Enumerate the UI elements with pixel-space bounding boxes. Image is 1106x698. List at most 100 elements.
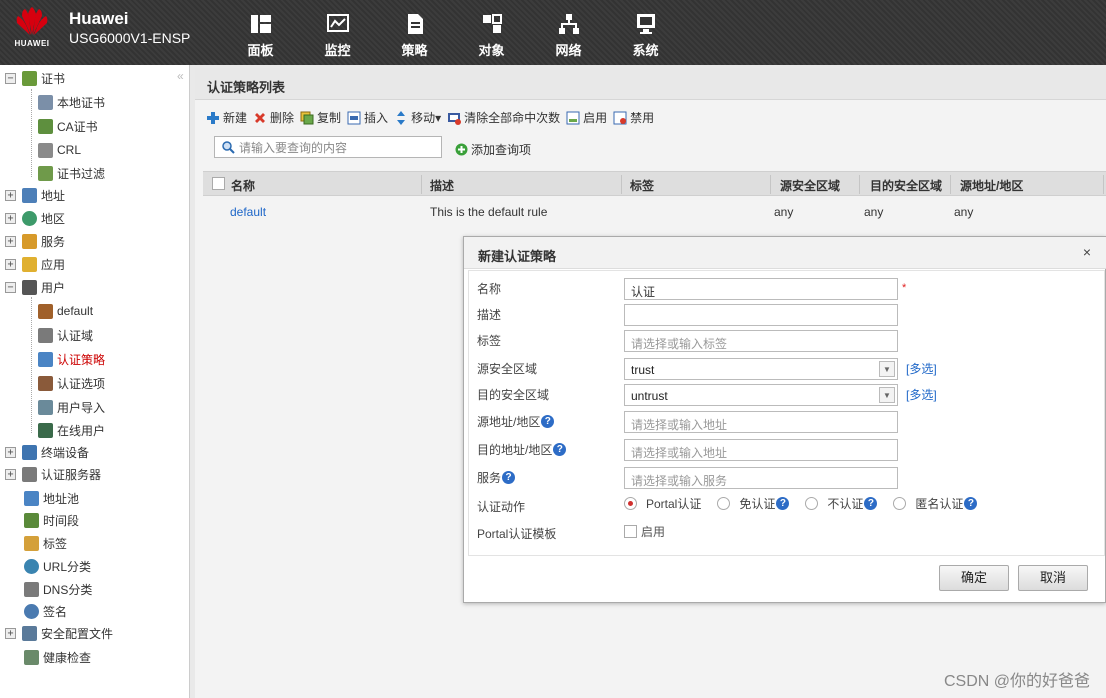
sidebar-item-auth-options[interactable]: 认证选项 (38, 373, 105, 393)
cancel-button[interactable]: 取消 (1018, 565, 1088, 591)
radio-no-auth[interactable]: 不认证? (805, 495, 878, 512)
expand-icon[interactable]: + (5, 627, 16, 639)
sidebar-item-ca-cert[interactable]: CA证书 (38, 116, 98, 136)
sidebar-item-security-profile[interactable]: + 安全配置文件 (5, 623, 113, 643)
delete-button[interactable]: 删除 (253, 109, 294, 126)
destination-zone-select[interactable]: untrust ▼ (624, 384, 898, 406)
copy-button[interactable]: 复制 (300, 109, 341, 126)
column-header[interactable]: 源安全区域 (780, 177, 840, 194)
sidebar-item-online-users[interactable]: 在线用户 (38, 420, 105, 440)
help-icon[interactable]: ? (964, 497, 978, 510)
expand-icon[interactable]: + (5, 189, 16, 201)
nav-object[interactable]: 对象 (453, 10, 530, 60)
new-button[interactable]: 新建 (206, 109, 247, 126)
expand-icon[interactable]: + (5, 446, 16, 458)
radio-button[interactable] (893, 497, 907, 510)
sidebar-item-address[interactable]: + 地址 (5, 185, 65, 205)
sidebar-item-application[interactable]: + 应用 (5, 254, 65, 274)
collapse-sidebar-icon[interactable]: « (177, 69, 184, 83)
help-icon[interactable]: ? (502, 471, 516, 484)
radio-button[interactable] (624, 497, 637, 510)
search-input[interactable]: 请输入要查询的内容 (214, 136, 442, 158)
sidebar-item-region[interactable]: + 地区 (5, 208, 65, 228)
service-field[interactable]: 请选择或输入服务 (624, 467, 898, 489)
name-field[interactable]: 认证 (624, 278, 898, 300)
sidebar-item-address-pool[interactable]: 地址池 (24, 488, 79, 508)
help-icon[interactable]: ? (541, 415, 555, 428)
close-icon[interactable]: × (1083, 244, 1091, 260)
expand-icon[interactable]: + (5, 235, 16, 247)
expand-icon[interactable]: + (5, 468, 16, 480)
sidebar-item-time-range[interactable]: 时间段 (24, 510, 79, 530)
ok-button[interactable]: 确定 (939, 565, 1009, 591)
add-query-button[interactable]: 添加查询项 (455, 141, 531, 158)
chevron-down-icon[interactable]: ▼ (879, 361, 895, 377)
radio-button[interactable] (805, 497, 819, 510)
column-header[interactable]: 目的安全区域 (870, 177, 942, 194)
sidebar-item-auth-domain[interactable]: 认证域 (38, 325, 93, 345)
radio-button[interactable] (717, 497, 731, 510)
expand-icon[interactable]: + (5, 258, 16, 270)
column-header[interactable]: 名称 (231, 177, 255, 194)
radio-no-auth-required[interactable]: 免认证? (717, 495, 790, 512)
help-icon[interactable]: ? (553, 443, 567, 456)
sidebar-item-tag[interactable]: 标签 (24, 533, 67, 553)
column-header[interactable]: 标签 (630, 177, 654, 194)
description-field[interactable] (624, 304, 898, 326)
sidebar-item-auth-server[interactable]: + 认证服务器 (5, 464, 101, 484)
product-name: Huawei (69, 9, 129, 28)
destination-address-field[interactable]: 请选择或输入地址 (624, 439, 898, 461)
column-header[interactable]: 描述 (430, 177, 454, 194)
help-icon[interactable]: ? (864, 497, 878, 510)
nav-dashboard[interactable]: 面板 (222, 10, 299, 60)
table-row[interactable]: default This is the default rule any any… (203, 201, 1106, 223)
enable-button[interactable]: 启用 (566, 109, 607, 126)
nav-policy[interactable]: 策略 (376, 10, 453, 60)
source-zone-multiselect-link[interactable]: [多选] (906, 360, 937, 377)
policy-src-zone: any (774, 205, 794, 219)
sidebar-item-user-import[interactable]: 用户导入 (38, 397, 105, 417)
sidebar-item-local-cert[interactable]: 本地证书 (38, 92, 105, 112)
clear-hits-button[interactable]: 清除全部命中次数 (447, 109, 560, 126)
policy-name-link[interactable]: default (230, 205, 266, 219)
radio-anonymous-auth[interactable]: 匿名认证? (893, 495, 978, 512)
expand-icon[interactable]: + (5, 212, 16, 224)
nav-system[interactable]: 系统 (607, 10, 684, 60)
nav-network[interactable]: 网络 (530, 10, 607, 60)
sidebar-item-user[interactable]: − 用户 (5, 277, 65, 297)
sidebar-item-crl[interactable]: CRL (38, 140, 81, 160)
sidebar-item-dns-category[interactable]: DNS分类 (24, 579, 92, 599)
delete-icon (255, 112, 266, 123)
sidebar-item-signature[interactable]: 签名 (24, 601, 67, 621)
insert-button[interactable]: 插入 (347, 109, 388, 126)
sidebar-item-cert-filter[interactable]: 证书过滤 (38, 163, 105, 183)
help-icon[interactable]: ? (776, 497, 790, 510)
sidebar-item-terminal-device[interactable]: + 终端设备 (5, 442, 89, 462)
portal-template-enable[interactable]: 启用 (624, 523, 665, 540)
user-import-icon (38, 399, 53, 415)
auth-options-icon (38, 375, 53, 391)
chevron-down-icon[interactable]: ▼ (879, 387, 895, 403)
sidebar-item-auth-policy[interactable]: 认证策略 (38, 349, 105, 369)
tag-field[interactable]: 请选择或输入标签 (624, 330, 898, 352)
sidebar-item-certificate[interactable]: − 证书 (5, 68, 65, 88)
source-zone-select[interactable]: trust ▼ (624, 358, 898, 380)
disable-button[interactable]: 禁用 (613, 109, 654, 126)
nav-monitor[interactable]: 监控 (299, 10, 376, 60)
sidebar-item-url-category[interactable]: URL分类 (24, 556, 91, 576)
move-button[interactable]: 移动▾ (394, 109, 441, 126)
sidebar-item-default[interactable]: default (38, 301, 93, 321)
radio-portal-auth[interactable]: Portal认证 (624, 495, 701, 512)
column-header[interactable]: 源地址/地区 (960, 177, 1023, 194)
enable-checkbox[interactable] (624, 525, 637, 538)
globe-icon (22, 210, 37, 226)
collapse-icon[interactable]: − (5, 72, 16, 84)
search-placeholder: 请输入要查询的内容 (239, 140, 348, 155)
collapse-icon[interactable]: − (5, 281, 16, 293)
sidebar-item-service[interactable]: + 服务 (5, 231, 65, 251)
sidebar-item-health-check[interactable]: 健康检查 (24, 647, 91, 667)
destination-zone-multiselect-link[interactable]: [多选] (906, 386, 937, 403)
select-all-checkbox[interactable] (212, 177, 225, 190)
security-profile-icon (22, 625, 37, 641)
source-address-field[interactable]: 请选择或输入地址 (624, 411, 898, 433)
